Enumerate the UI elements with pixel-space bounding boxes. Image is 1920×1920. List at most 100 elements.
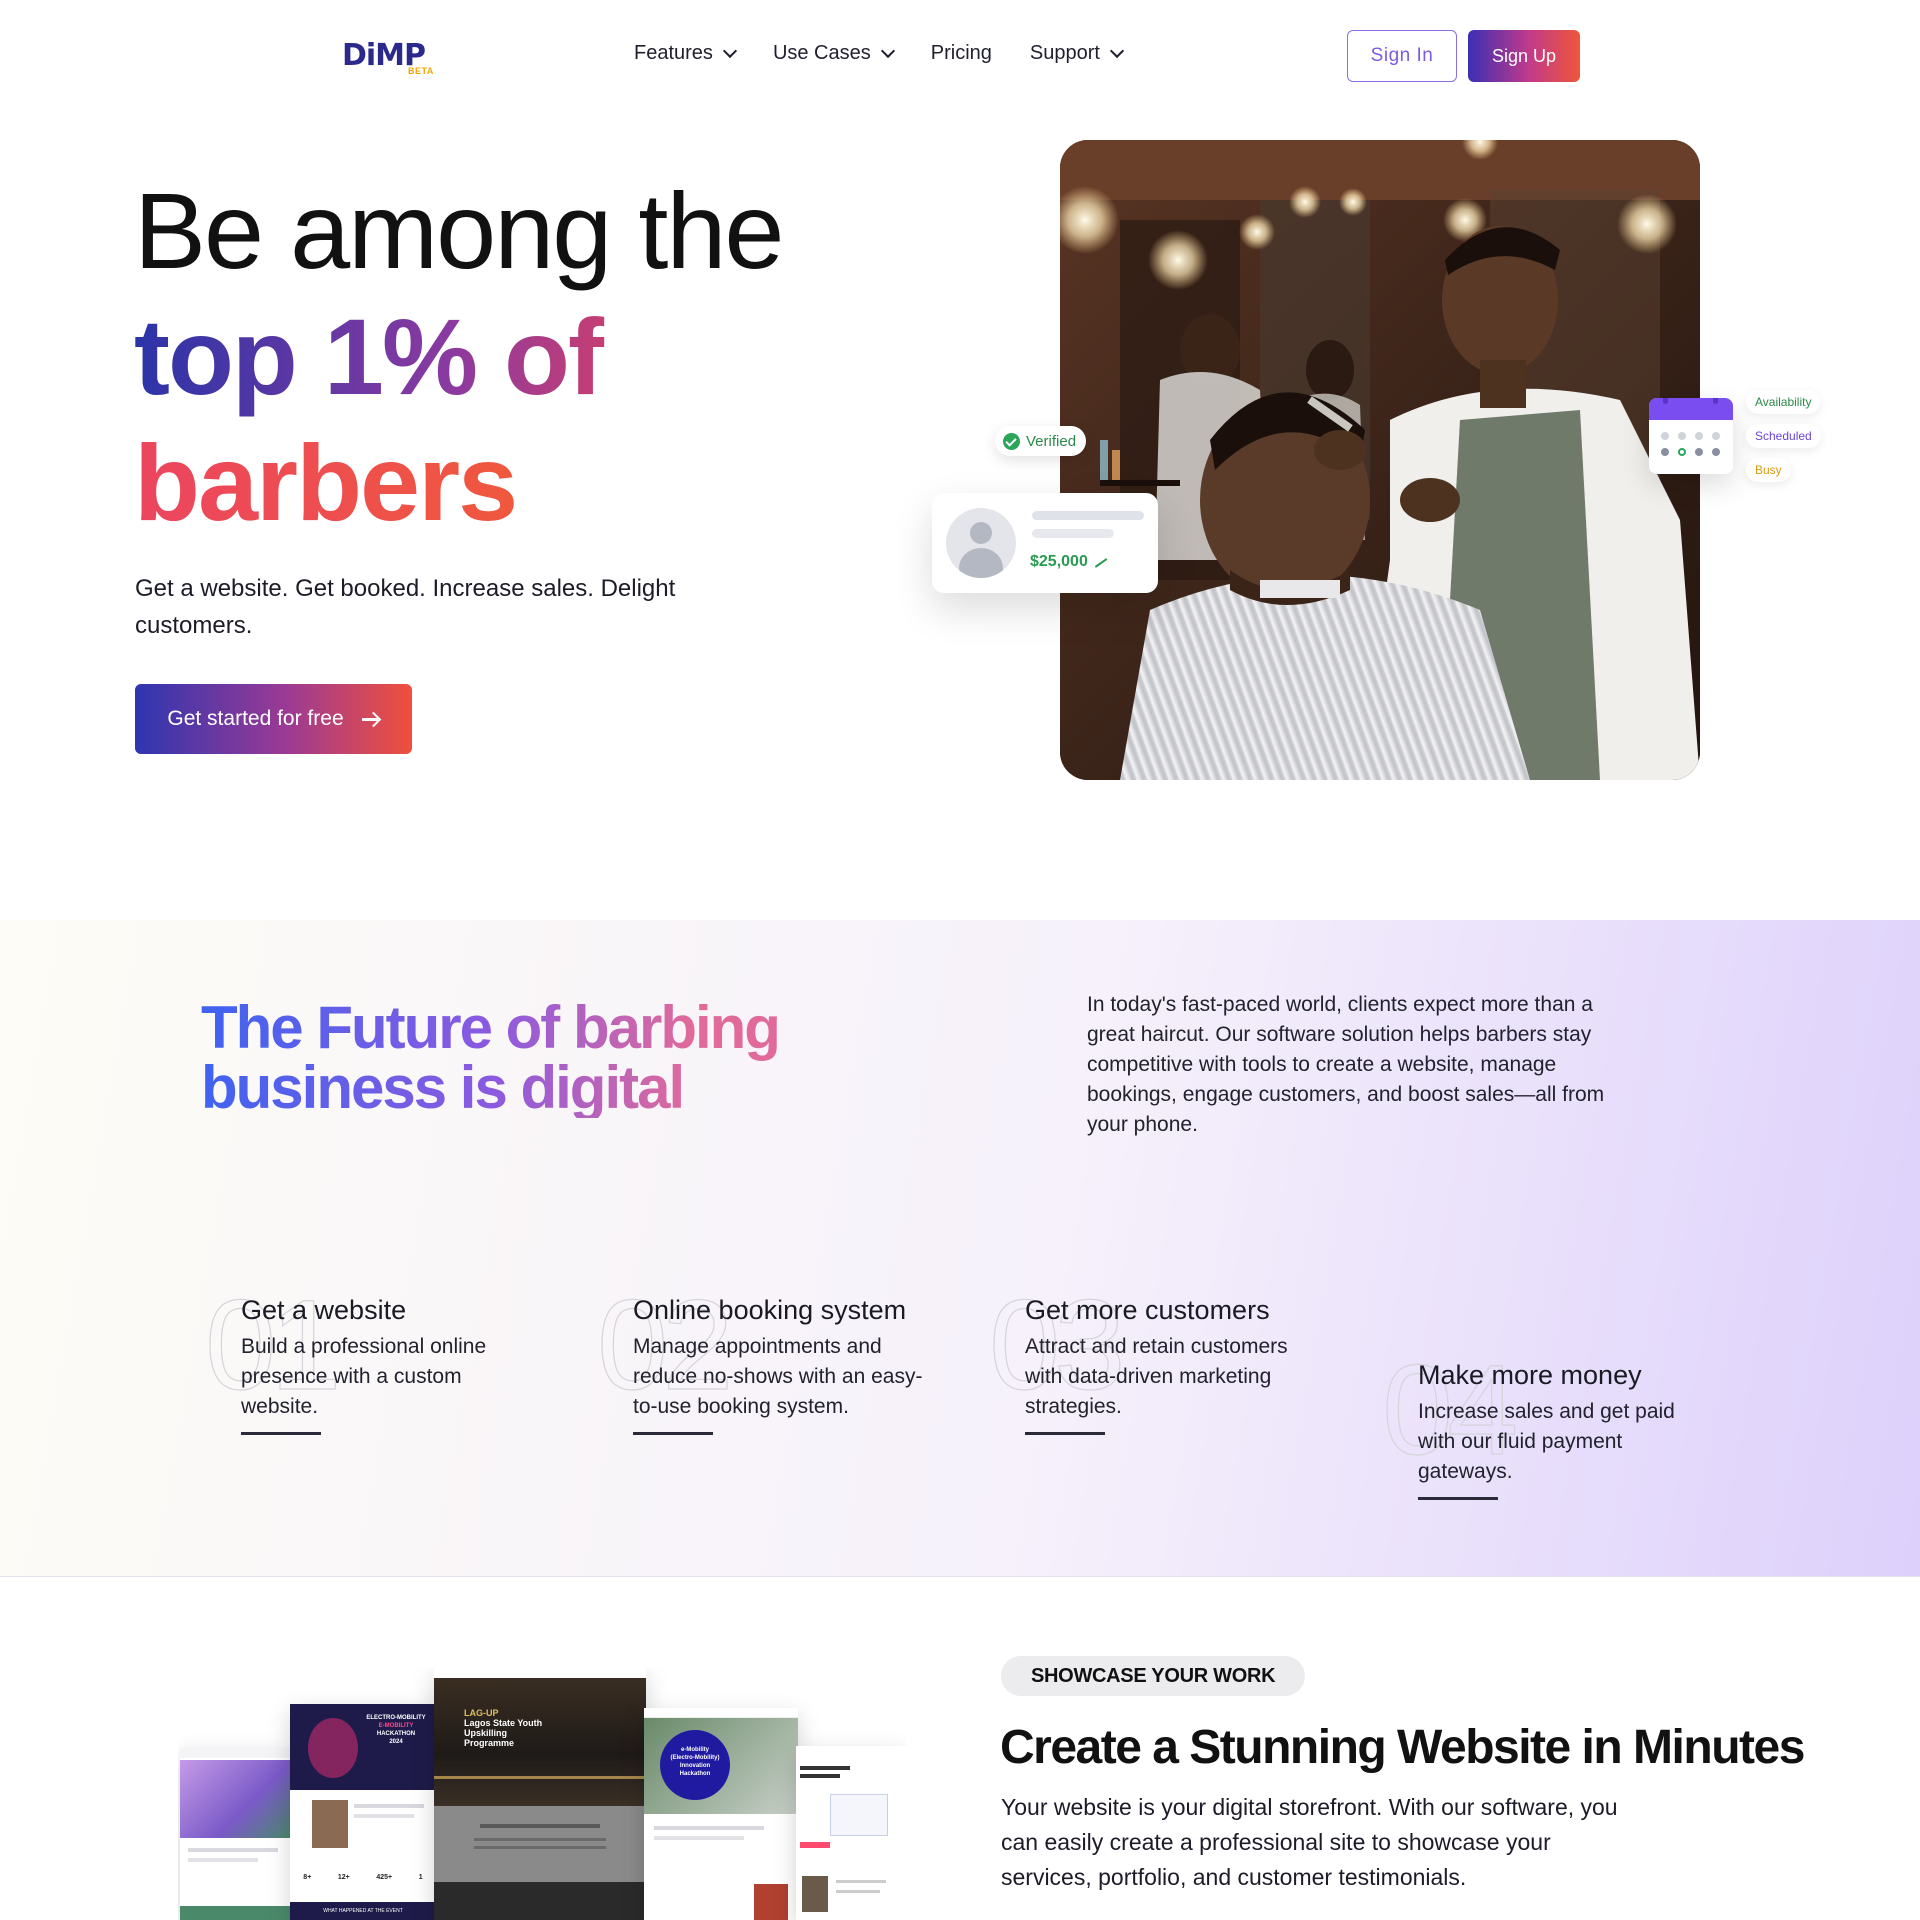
website-screenshot	[796, 1746, 906, 1920]
mock-nav	[180, 1748, 292, 1758]
mock-text-line	[654, 1836, 744, 1840]
mock-footer: WHAT HAPPENED AT THE EVENT	[290, 1902, 436, 1920]
mock-photo	[802, 1876, 828, 1912]
mock-bridge	[434, 1776, 646, 1779]
dimp-logo[interactable]: DiMP BETA	[342, 38, 438, 78]
user-avatar-icon	[946, 508, 1016, 578]
mock-stat: 1	[418, 1874, 423, 1881]
calendar-day	[1712, 432, 1720, 440]
get-started-label: Get started for free	[167, 707, 344, 730]
future-title-line1: The Future of barbing	[201, 994, 779, 1061]
showcase-title: Create a Stunning Website in Minutes	[1000, 1721, 1805, 1774]
placeholder-line	[1032, 529, 1114, 538]
availability-pill: Availability	[1746, 390, 1821, 414]
mock-text-line	[480, 1824, 600, 1828]
mock-hero-line: HACKATHON	[376, 1731, 416, 1737]
mock-photo	[312, 1800, 348, 1848]
mock-text-line	[836, 1880, 886, 1883]
calendar-ring	[1713, 398, 1718, 404]
calendar-ring	[1663, 398, 1668, 404]
mock-hero-line: Hackathon	[679, 1771, 711, 1777]
mock-stat: 8+	[303, 1874, 312, 1881]
mock-text-line	[474, 1846, 606, 1849]
mock-text-line	[188, 1848, 278, 1852]
mock-hero-image: e-Mobility (Electro-Mobility) Innovation…	[644, 1718, 798, 1814]
feature-description: Manage appointments and reduce no-shows …	[633, 1335, 923, 1418]
feature-description: Attract and retain customers with data-d…	[1025, 1335, 1288, 1418]
calendar-day	[1695, 432, 1703, 440]
feature-description: Increase sales and get paid with our flu…	[1418, 1400, 1675, 1483]
get-started-button[interactable]: Get started for free	[135, 684, 412, 754]
nav-item-label: Features	[634, 42, 713, 64]
sign-up-button[interactable]: Sign Up	[1468, 30, 1580, 82]
mock-text-line	[654, 1826, 764, 1830]
mock-hero-line: Programme	[464, 1738, 515, 1748]
placeholder-line	[1032, 511, 1144, 520]
sign-in-button[interactable]: Sign In	[1347, 30, 1457, 82]
busy-pill: Busy	[1746, 458, 1791, 482]
feature-title: Make more money	[1418, 1360, 1642, 1390]
future-section: The Future of barbing business is digita…	[0, 920, 1920, 1577]
hero-title: Be among the top 1% of barbers	[134, 168, 834, 546]
showcase-description: Your website is your digital storefront.…	[1001, 1794, 1618, 1890]
feature-underline	[241, 1432, 321, 1435]
website-collage: ELECTRO-MOBILITY E-MOBILITY HACKATHON 20…	[178, 1668, 906, 1920]
feature-get-website: 01 Get a website Build a professional on…	[204, 1281, 531, 1435]
feature-description: Build a professional online presence wit…	[241, 1335, 487, 1418]
mock-hero-line: Upskilling	[464, 1728, 508, 1738]
calendar-icon	[1649, 398, 1733, 474]
nav-item-support[interactable]: Support	[1030, 42, 1125, 65]
mock-footer	[180, 1906, 292, 1920]
calendar-day	[1712, 448, 1720, 456]
chevron-down-icon	[1109, 43, 1125, 58]
mock-hero-badge: e-Mobility (Electro-Mobility) Innovation…	[660, 1730, 730, 1800]
mock-hero: ELECTRO-MOBILITY E-MOBILITY HACKATHON 20…	[290, 1704, 436, 1790]
feature-title: Get a website	[241, 1295, 407, 1325]
mock-text-line	[800, 1774, 840, 1778]
mock-text-line	[188, 1858, 258, 1862]
chevron-down-icon	[722, 43, 738, 58]
hero-title-line1: Be among the	[134, 170, 784, 291]
mock-text-line	[354, 1804, 424, 1808]
feature-title: Get more customers	[1025, 1295, 1270, 1325]
logo-beta-badge: BETA	[408, 66, 434, 76]
verified-label: Verified	[1026, 432, 1077, 450]
check-circle-icon	[1003, 432, 1020, 450]
future-title: The Future of barbing business is digita…	[201, 998, 779, 1118]
nav-item-use-cases[interactable]: Use Cases	[772, 42, 895, 65]
trend-up-icon	[1094, 556, 1108, 566]
future-description: In today's fast-paced world, clients exp…	[1087, 993, 1605, 1136]
barber-photo	[1060, 140, 1700, 780]
mock-dashboard	[830, 1794, 888, 1836]
top-nav: DiMP BETA Features Use Cases Pricing Sup…	[0, 0, 1920, 112]
nav-item-label: Use Cases	[772, 42, 871, 64]
calendar-day	[1695, 448, 1703, 456]
scheduled-pill: Scheduled	[1746, 424, 1821, 448]
hero-title-line3: barbers	[134, 420, 834, 546]
mock-stats: 8+ 12+ 425+ 1	[290, 1874, 436, 1881]
nav-item-label: Pricing	[930, 42, 992, 64]
future-title-line2: business is digital	[201, 1054, 684, 1121]
nav-item-features[interactable]: Features	[634, 42, 738, 65]
hero-subtitle: Get a website. Get booked. Increase sale…	[135, 575, 676, 639]
mock-hero-line: e-Mobility	[681, 1747, 709, 1753]
mock-hero-line: Innovation	[679, 1763, 711, 1769]
mock-hero-line: ELECTRO-MOBILITY	[366, 1715, 426, 1721]
arrow-right-icon	[361, 712, 380, 726]
earnings-amount: $25,000	[1030, 553, 1108, 571]
feature-underline	[633, 1432, 713, 1435]
mock-hero-line: E-MOBILITY	[378, 1723, 414, 1729]
feature-make-money: 04 Make more money Increase sales and ge…	[1381, 1346, 1708, 1500]
feature-underline	[1418, 1497, 1498, 1500]
mock-stat: 12+	[337, 1874, 350, 1881]
mock-hero-line: 2024	[389, 1739, 403, 1745]
website-screenshot: ELECTRO-MOBILITY E-MOBILITY HACKATHON 20…	[290, 1704, 436, 1920]
chevron-down-icon	[880, 43, 895, 58]
mock-hero-image	[180, 1760, 292, 1838]
calendar-day	[1661, 432, 1669, 440]
mock-section	[434, 1882, 646, 1920]
nav-item-pricing[interactable]: Pricing	[931, 42, 992, 65]
mock-hero-line: LAG-UP	[464, 1708, 499, 1718]
mock-text-line	[354, 1814, 414, 1818]
mock-hero-line: (Electro-Mobility)	[670, 1755, 720, 1761]
